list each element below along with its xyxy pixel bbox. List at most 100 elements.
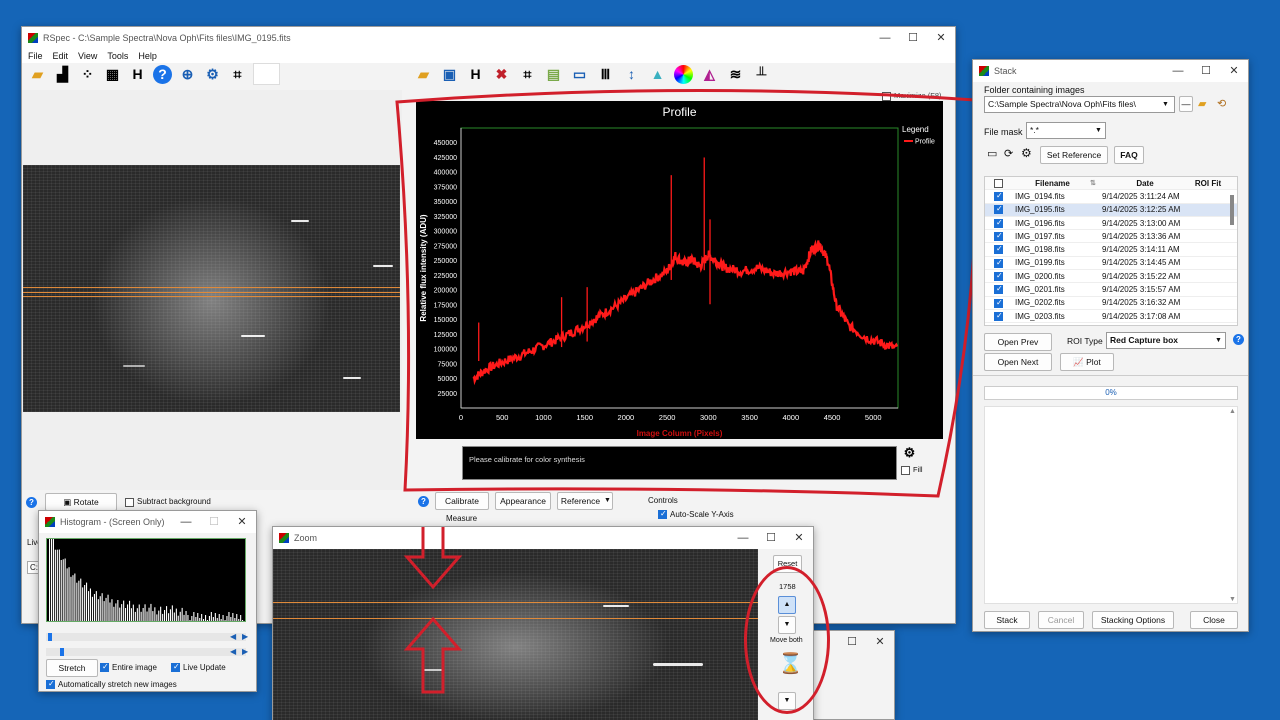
- subtract-bg-checkbox[interactable]: [125, 497, 134, 507]
- chevron-down-icon[interactable]: ▼: [1215, 333, 1225, 348]
- refresh-icon[interactable]: ⟳: [1004, 147, 1013, 160]
- maximize-icon[interactable]: ☐: [757, 527, 785, 549]
- table-row[interactable]: IMG_0194.fits 9/14/2025 3:11:24 AM: [985, 190, 1237, 204]
- minimize-icon[interactable]: —: [871, 27, 899, 49]
- entire-image-checkbox[interactable]: [100, 662, 109, 673]
- scroll-down-icon[interactable]: ▼: [1229, 596, 1236, 603]
- tab-reference[interactable]: Reference ▼: [557, 492, 613, 510]
- row-checkbox[interactable]: [994, 271, 1003, 281]
- table-row[interactable]: IMG_0197.fits 9/14/2025 3:13:36 AM: [985, 230, 1237, 244]
- fill-toggle[interactable]: Fill: [901, 465, 923, 475]
- table-row[interactable]: IMG_0201.fits 9/14/2025 3:15:57 AM: [985, 283, 1237, 297]
- cancel-button[interactable]: Cancel: [1038, 611, 1084, 629]
- faq-button[interactable]: FAQ: [1114, 146, 1144, 164]
- table-row[interactable]: IMG_0196.fits 9/14/2025 3:13:00 AM: [985, 217, 1237, 231]
- autoscale-toggle[interactable]: Auto-Scale Y-Axis: [658, 509, 734, 520]
- tab-appearance[interactable]: Appearance: [495, 492, 551, 510]
- maximize-icon[interactable]: ☐: [200, 511, 228, 533]
- splitter-handle[interactable]: [973, 375, 1248, 379]
- open-prev-button[interactable]: Open Prev: [984, 333, 1052, 351]
- white-point-slider[interactable]: [46, 648, 246, 656]
- close-icon[interactable]: ✕: [228, 511, 256, 533]
- zoom-image[interactable]: [273, 549, 758, 720]
- table-row[interactable]: IMG_0202.fits 9/14/2025 3:16:32 AM: [985, 297, 1237, 310]
- scroll-up-icon[interactable]: ▲: [1229, 408, 1236, 415]
- chevron-down-icon[interactable]: ▼: [1095, 123, 1105, 138]
- auto-stretch-toggle[interactable]: Automatically stretch new images: [46, 679, 177, 690]
- autoscale-checkbox[interactable]: [658, 509, 667, 520]
- subtract-bg-toggle[interactable]: Subtract background: [125, 497, 211, 507]
- menu-view[interactable]: View: [78, 51, 97, 61]
- maximize-checkbox[interactable]: [882, 91, 891, 101]
- table-row[interactable]: IMG_0200.fits 9/14/2025 3:15:22 AM: [985, 270, 1237, 284]
- row-checkbox[interactable]: [994, 218, 1003, 228]
- minimize-icon[interactable]: —: [729, 527, 757, 549]
- right-arrow-icon[interactable]: ▶: [242, 647, 248, 656]
- grid-icon[interactable]: ▦: [103, 65, 122, 84]
- column-filename[interactable]: Filename: [1015, 179, 1090, 188]
- stacking-options-button[interactable]: Stacking Options: [1092, 611, 1174, 629]
- spectrum-image[interactable]: [23, 165, 400, 412]
- crop-icon[interactable]: ⌗: [228, 65, 247, 84]
- help-icon[interactable]: ?: [26, 496, 37, 508]
- stack-button[interactable]: Stack: [984, 611, 1030, 629]
- auto-stretch-checkbox[interactable]: [46, 679, 55, 690]
- menu-file[interactable]: File: [28, 51, 43, 61]
- folder-select[interactable]: C:\Sample Spectra\Nova Oph\Fits files\ ▼: [984, 96, 1175, 113]
- minimize-icon[interactable]: —: [1164, 60, 1192, 82]
- row-checkbox[interactable]: [994, 231, 1003, 242]
- help-icon[interactable]: ?: [418, 495, 429, 507]
- table-row[interactable]: IMG_0195.fits 9/14/2025 3:12:25 AM: [985, 203, 1237, 217]
- open-folder-icon[interactable]: ▰: [414, 65, 433, 84]
- notes-icon[interactable]: ▤: [544, 65, 563, 84]
- color-wheel-icon[interactable]: [674, 64, 693, 84]
- clear-x-icon[interactable]: ✖: [492, 65, 511, 84]
- close-icon[interactable]: ✕: [866, 631, 894, 653]
- roi-type-select[interactable]: Red Capture box ▼: [1106, 332, 1226, 349]
- column-roi-fit[interactable]: ROI Fit: [1188, 179, 1228, 188]
- entire-image-toggle[interactable]: Entire image: [100, 662, 157, 673]
- ruler-icon[interactable]: ▭: [570, 65, 589, 84]
- area-chart-icon[interactable]: ◭: [700, 65, 719, 84]
- row-checkbox[interactable]: [994, 284, 1003, 295]
- close-icon[interactable]: ✕: [785, 527, 813, 549]
- sort-icon[interactable]: ⇅: [1090, 179, 1102, 187]
- menu-tools[interactable]: Tools: [107, 51, 128, 61]
- layers-icon[interactable]: ≋: [726, 65, 745, 84]
- maximize-icon[interactable]: ☐: [1192, 60, 1220, 82]
- plot-button[interactable]: 📈 Plot: [1060, 353, 1114, 371]
- help-icon[interactable]: ?: [153, 64, 172, 84]
- column-date[interactable]: Date: [1102, 179, 1188, 188]
- table-scrollbar[interactable]: [1230, 195, 1234, 225]
- roi-line-top[interactable]: [273, 602, 758, 603]
- header-icon[interactable]: H: [128, 65, 147, 84]
- dots-icon[interactable]: ⁘: [78, 65, 97, 84]
- row-checkbox[interactable]: [994, 204, 1003, 215]
- fill-checkbox[interactable]: [901, 465, 910, 475]
- histogram-icon[interactable]: ▟: [53, 65, 72, 84]
- help-icon[interactable]: ?: [1233, 334, 1244, 345]
- axes-icon[interactable]: ╨: [752, 65, 771, 84]
- maximize-icon[interactable]: ☐: [899, 27, 927, 49]
- menu-help[interactable]: Help: [138, 51, 157, 61]
- minimize-icon[interactable]: —: [172, 511, 200, 533]
- refresh-icon[interactable]: ⟲: [1217, 97, 1226, 110]
- triangle-icon[interactable]: ▲: [648, 65, 667, 84]
- bars-icon[interactable]: Ⅲ: [596, 65, 615, 84]
- black-point-slider[interactable]: [46, 633, 246, 641]
- maximize-icon[interactable]: ☐: [838, 631, 866, 653]
- zoom-in-icon[interactable]: ⊕: [178, 65, 197, 84]
- stretch-button[interactable]: Stretch: [46, 659, 98, 677]
- roi-line-bottom[interactable]: [23, 296, 400, 297]
- menu-edit[interactable]: Edit: [53, 51, 69, 61]
- save-disk-icon[interactable]: ▣: [440, 65, 459, 84]
- remove-button[interactable]: —: [1179, 96, 1193, 112]
- gear-icon[interactable]: ⚙: [1021, 146, 1032, 160]
- vertical-scale-icon[interactable]: ↕: [622, 65, 641, 84]
- row-checkbox[interactable]: [994, 244, 1003, 255]
- row-checkbox[interactable]: [994, 298, 1003, 308]
- close-icon[interactable]: ✕: [1220, 60, 1248, 82]
- table-row[interactable]: IMG_0203.fits 9/14/2025 3:17:08 AM: [985, 310, 1237, 324]
- crop-icon[interactable]: ⌗: [518, 65, 537, 84]
- close-button[interactable]: Close: [1190, 611, 1238, 629]
